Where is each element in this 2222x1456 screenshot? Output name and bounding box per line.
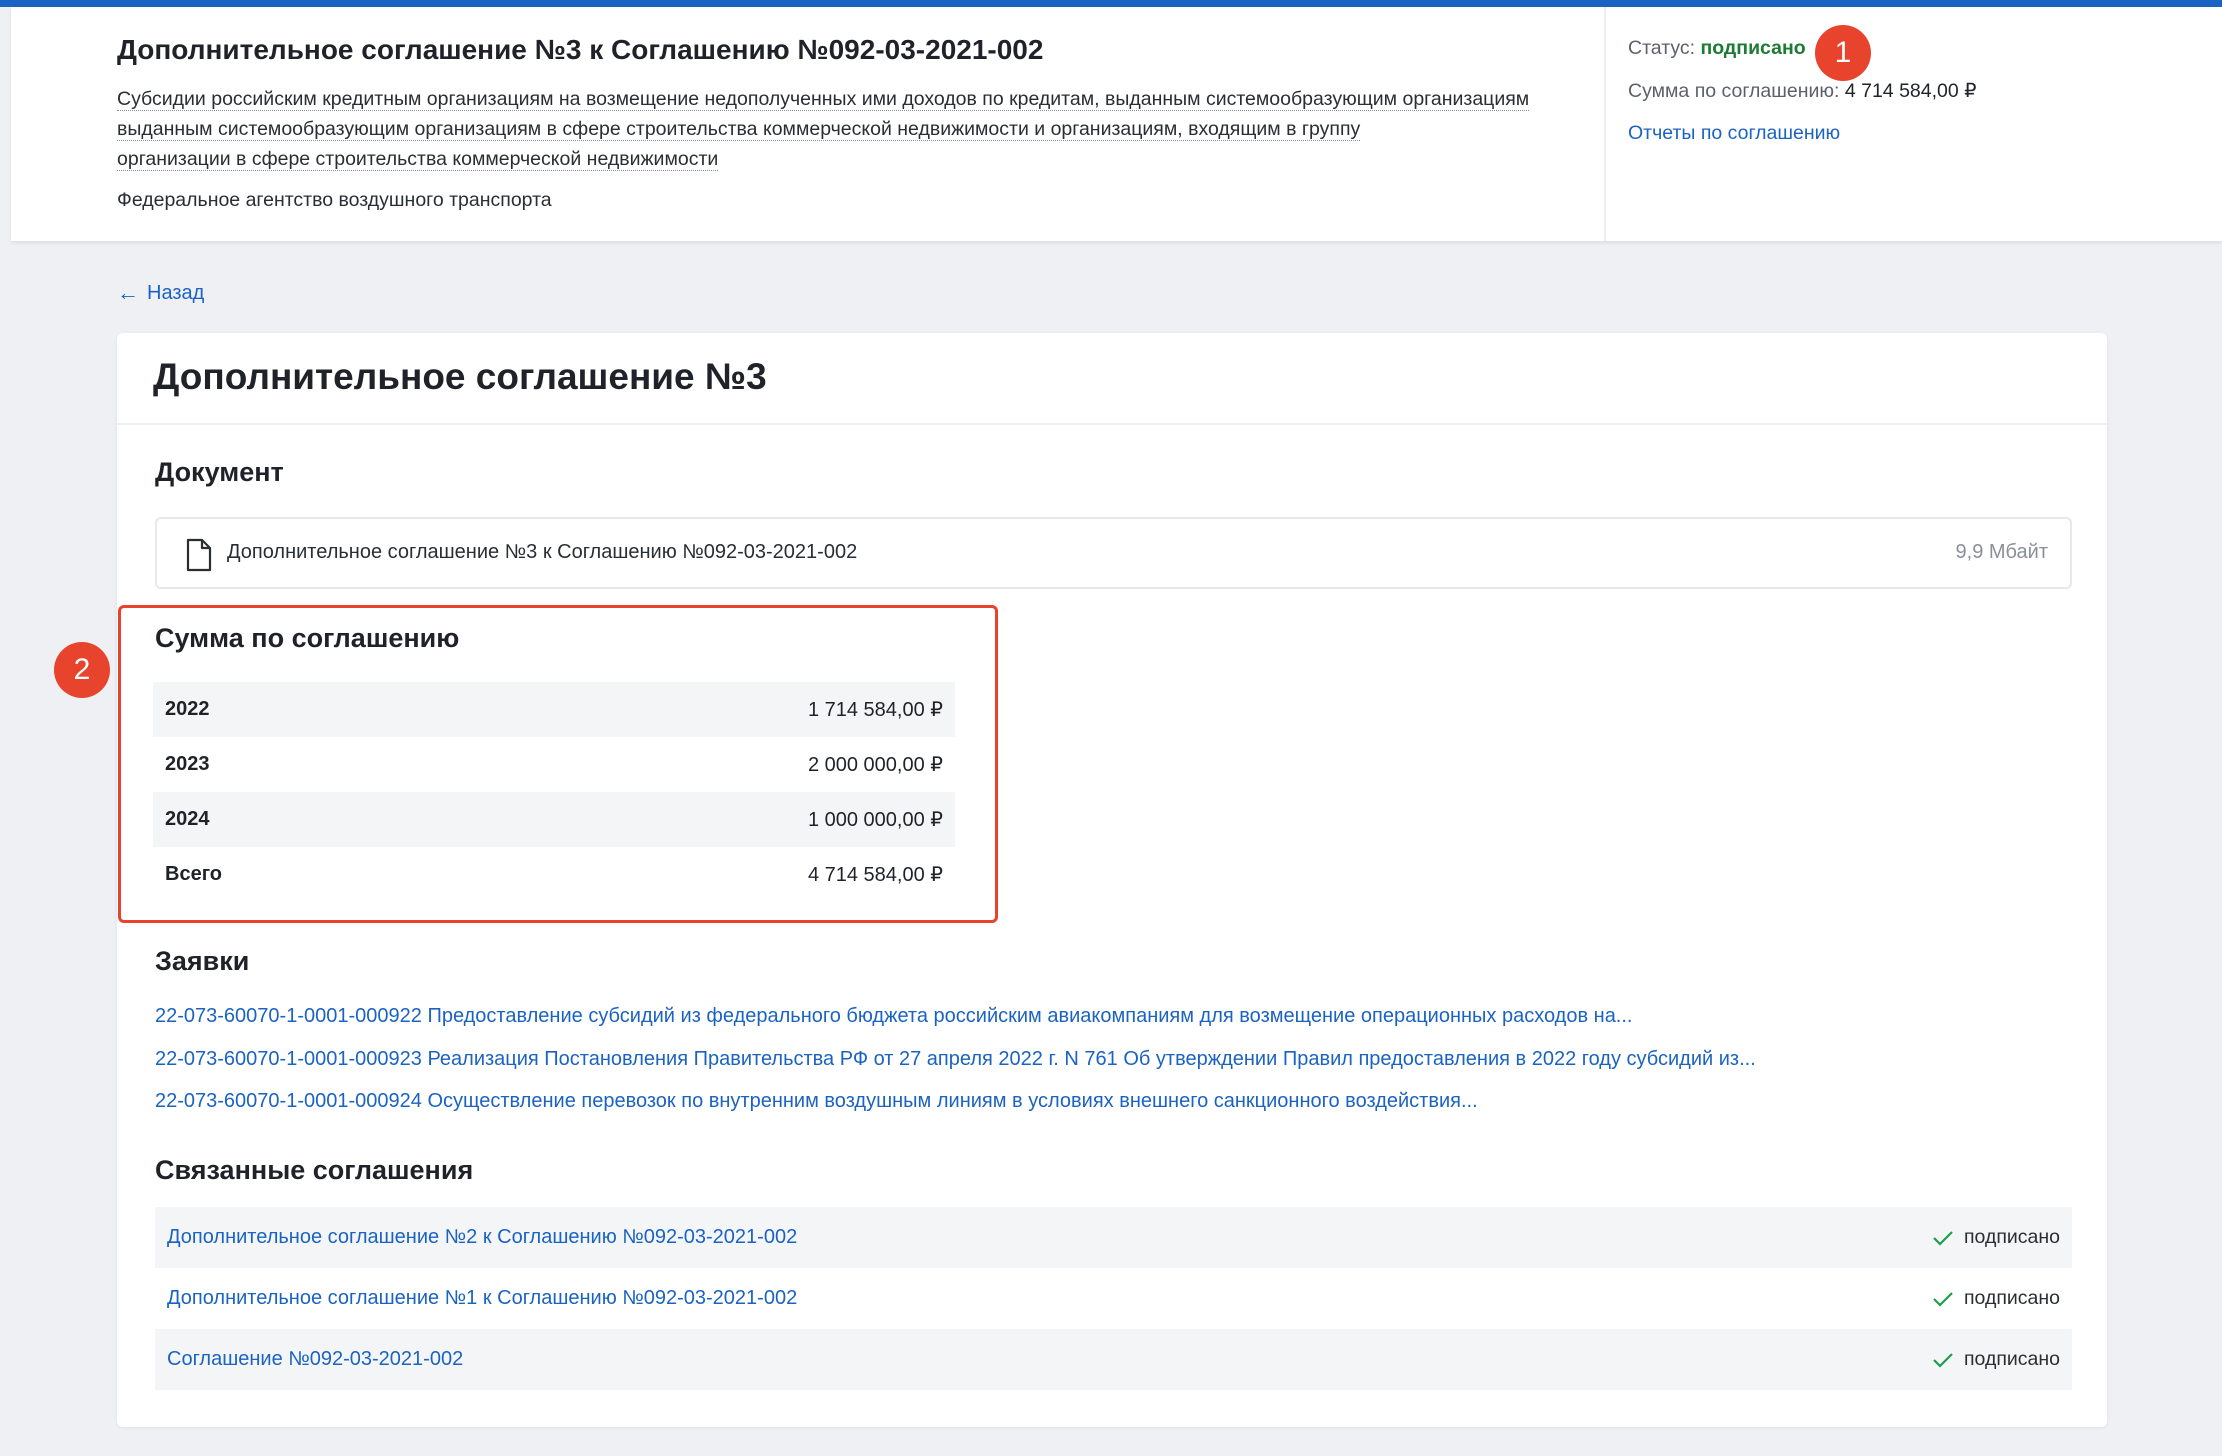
related-agreement-link[interactable]: Дополнительное соглашение №2 к Соглашени…	[167, 1226, 797, 1249]
document-icon	[186, 538, 212, 572]
related-agreement-row: Соглашение №092-03-2021-002 подписано	[155, 1329, 2072, 1390]
subsidy-description: Субсидии российским кредитным организаци…	[117, 84, 1582, 174]
sum-row: 2022 1 714 584,00 ₽	[153, 682, 955, 737]
agreement-sum-label: Сумма по соглашению:	[1628, 80, 1840, 102]
sum-row: 2024 1 000 000,00 ₽	[153, 792, 955, 847]
status-value: подписано	[1700, 37, 1806, 59]
document-section-heading: Документ	[155, 457, 284, 487]
request-link[interactable]: 22-073-60070-1-0001-000923 Реализация По…	[155, 1048, 1756, 1071]
sum-amount: 2 000 000,00 ₽	[807, 754, 943, 776]
sum-total-row: Всего 4 714 584,00 ₽	[153, 847, 955, 902]
page-title: Дополнительное соглашение №3	[153, 356, 767, 397]
related-agreement-status: подписано	[1932, 1348, 2060, 1371]
sum-row: 2023 2 000 000,00 ₽	[153, 737, 955, 792]
requests-section-heading: Заявки	[155, 946, 250, 976]
agreement-details-card: Дополнительное соглашение №3 Документ До…	[117, 333, 2107, 1427]
agreement-sum-value: 4 714 584,00 ₽	[1844, 80, 1977, 102]
sum-year: 2023	[165, 753, 210, 775]
status-line: Статус: подписано	[1628, 37, 1806, 60]
sum-amount: 1 000 000,00 ₽	[807, 809, 943, 831]
related-agreement-row: Дополнительное соглашение №1 к Соглашени…	[155, 1268, 2072, 1329]
related-agreements-list: Дополнительное соглашение №2 к Соглашени…	[155, 1207, 2072, 1390]
title-divider	[117, 423, 2107, 425]
top-accent-bar	[0, 0, 2222, 7]
sum-by-year-table: 2022 1 714 584,00 ₽ 2023 2 000 000,00 ₽ …	[153, 682, 955, 902]
related-agreement-link[interactable]: Соглашение №092-03-2021-002	[167, 1348, 463, 1371]
header-divider	[1604, 7, 1606, 241]
subsidy-description-line: организации в сфере строительства коммер…	[117, 148, 719, 171]
status-label: Статус:	[1628, 37, 1696, 59]
document-file-size: 9,9 Мбайт	[1955, 541, 2048, 563]
related-agreement-status: подписано	[1932, 1287, 2060, 1310]
check-icon	[1933, 1352, 1953, 1368]
agreement-sum-line: Сумма по соглашению: 4 714 584,00 ₽	[1628, 79, 1977, 103]
sum-year: 2024	[165, 808, 210, 830]
sum-total-amount: 4 714 584,00 ₽	[807, 864, 943, 886]
status-text: подписано	[1963, 1348, 2060, 1370]
request-link[interactable]: 22-073-60070-1-0001-000924 Осуществление…	[155, 1090, 1478, 1113]
back-link[interactable]: ← Назад	[117, 280, 204, 306]
related-section-heading: Связанные соглашения	[155, 1155, 474, 1185]
document-file-name: Дополнительное соглашение №3 к Соглашени…	[227, 541, 858, 563]
related-agreement-row: Дополнительное соглашение №2 к Соглашени…	[155, 1207, 2072, 1268]
sum-section-heading: Сумма по соглашению	[155, 623, 460, 653]
annotation-marker-2: 2	[54, 642, 110, 698]
document-file-row[interactable]: Дополнительное соглашение №3 к Соглашени…	[155, 517, 2072, 589]
annotation-marker-1: 1	[1815, 25, 1871, 81]
status-text: подписано	[1963, 1226, 2060, 1248]
agreement-title: Дополнительное соглашение №3 к Соглашени…	[117, 34, 1044, 65]
request-link[interactable]: 22-073-60070-1-0001-000922 Предоставлени…	[155, 1005, 1632, 1028]
sum-total-label: Всего	[165, 863, 222, 885]
check-icon	[1933, 1291, 1953, 1307]
sum-amount: 1 714 584,00 ₽	[807, 699, 943, 721]
related-agreement-link[interactable]: Дополнительное соглашение №1 к Соглашени…	[167, 1287, 797, 1310]
sum-year: 2022	[165, 698, 210, 720]
subsidy-description-line: Субсидии российским кредитным организаци…	[117, 88, 1530, 111]
back-link-label: Назад	[147, 281, 205, 304]
check-icon	[1933, 1230, 1953, 1246]
subsidy-description-line: выданным системообразующим организациям …	[117, 118, 1361, 141]
arrow-left-icon: ←	[117, 280, 139, 305]
related-agreement-status: подписано	[1932, 1226, 2060, 1249]
reports-link[interactable]: Отчеты по соглашению	[1628, 122, 1840, 145]
status-text: подписано	[1963, 1287, 2060, 1309]
agency-name: Федеральное агентство воздушного транспо…	[117, 189, 552, 211]
